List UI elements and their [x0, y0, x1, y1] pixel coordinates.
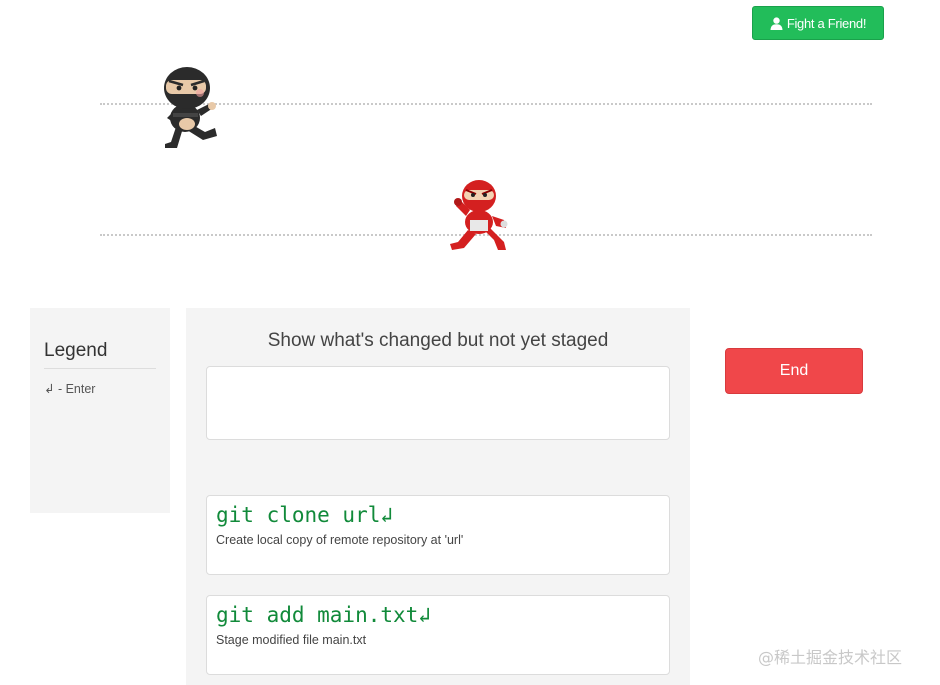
- fight-a-friend-label: Fight a Friend!: [786, 15, 867, 31]
- command-card-git-clone[interactable]: git clone url↲ Create local copy of remo…: [206, 495, 670, 575]
- question-prompt: Show what's changed but not yet staged: [267, 330, 609, 351]
- fight-a-friend-button[interactable]: Fight a Friend!: [752, 6, 884, 40]
- player-ninja-icon: [157, 66, 223, 155]
- answer-input[interactable]: [206, 366, 670, 440]
- user-icon: [770, 16, 783, 30]
- watermark: @稀土掘金技术社区: [758, 648, 903, 667]
- command-card-git-add[interactable]: git add main.txt↲ Stage modified file ma…: [206, 595, 670, 675]
- command-description: Stage modified file main.txt: [216, 633, 367, 647]
- legend-title: Legend: [44, 340, 156, 369]
- command-code: git add main.txt↲: [216, 603, 431, 627]
- legend-panel: Legend ↲ - Enter: [30, 308, 170, 513]
- command-code: git clone url↲: [216, 503, 394, 527]
- command-description: Create local copy of remote repository a…: [216, 533, 464, 547]
- legend-item-enter: ↲ - Enter: [44, 382, 96, 396]
- end-button[interactable]: End: [725, 348, 863, 394]
- question-panel: Show what's changed but not yet staged g…: [186, 308, 690, 685]
- opponent-ninja-icon: [446, 178, 512, 259]
